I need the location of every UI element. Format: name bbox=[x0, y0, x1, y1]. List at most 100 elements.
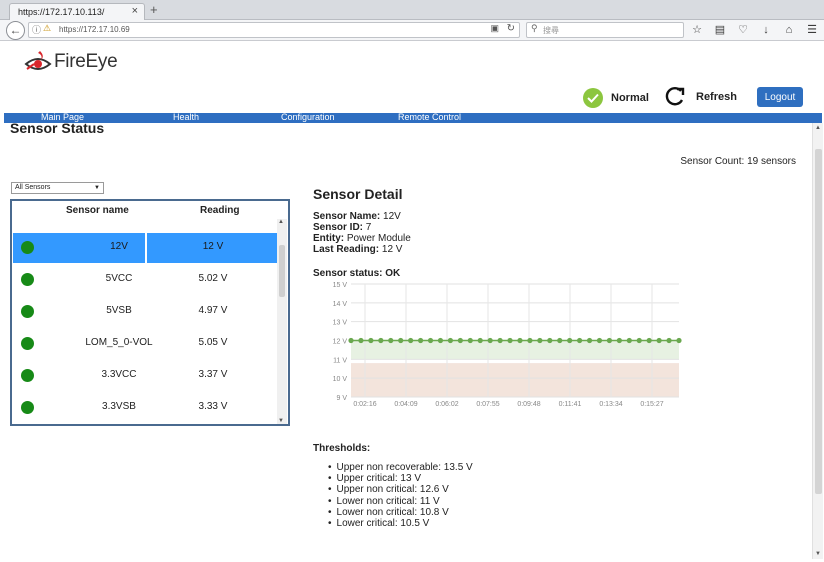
reader-view-icon[interactable]: ▣ bbox=[490, 23, 499, 34]
search-icon: ⚲ bbox=[531, 23, 538, 33]
x-tick-label: 0:09:48 bbox=[517, 401, 540, 408]
data-point bbox=[378, 337, 384, 344]
scroll-up-icon[interactable]: ▲ bbox=[278, 219, 284, 225]
address-bar[interactable]: ⓘ ⚠ https://172.17.10.69 ▣ ↻ bbox=[28, 22, 520, 38]
data-point bbox=[577, 337, 583, 344]
data-point bbox=[427, 337, 434, 344]
search-placeholder: 搜尋 bbox=[543, 26, 559, 35]
status-dot-icon bbox=[21, 401, 34, 414]
table-row[interactable]: 5VCC 5.02 V bbox=[13, 265, 277, 295]
threshold-item: Lower critical: 10.5 V bbox=[328, 518, 473, 529]
x-tick-label: 0:02:16 bbox=[353, 401, 376, 408]
browser-tab[interactable]: https://172.17.10.113/ × bbox=[9, 3, 145, 20]
nav-main-page[interactable]: Main Page bbox=[41, 112, 84, 122]
data-point bbox=[497, 337, 503, 344]
y-tick-label: 11 V bbox=[333, 357, 347, 364]
threshold-band bbox=[351, 340, 679, 360]
data-point bbox=[626, 337, 632, 344]
sensor-reading: 5.02 V bbox=[198, 273, 228, 284]
home-icon[interactable]: ⌂ bbox=[782, 22, 796, 38]
data-point bbox=[437, 337, 444, 344]
threshold-item: Upper critical: 13 V bbox=[328, 473, 473, 484]
data-point bbox=[537, 337, 543, 344]
scrollbar-thumb[interactable] bbox=[815, 149, 822, 494]
pocket-icon[interactable]: ♡ bbox=[736, 22, 750, 38]
table-row[interactable]: 3.3VSB 3.33 V bbox=[13, 393, 277, 423]
nav-remote-control[interactable]: Remote Control bbox=[398, 112, 461, 122]
data-point bbox=[646, 337, 652, 344]
sensor-filter-select[interactable]: All Sensors ▼ bbox=[11, 182, 104, 194]
nav-configuration[interactable]: Configuration bbox=[281, 112, 335, 122]
table-row[interactable]: LOM_5_0-VOL 5.05 V bbox=[13, 329, 277, 359]
sensor-reading: 5.05 V bbox=[198, 337, 228, 348]
sensor-reading: 4.97 V bbox=[198, 305, 228, 316]
close-icon[interactable]: × bbox=[132, 5, 138, 17]
column-header-reading: Reading bbox=[200, 205, 240, 216]
refresh-icon bbox=[665, 87, 685, 106]
menu-icon[interactable]: ☰ bbox=[805, 22, 819, 38]
logout-button[interactable]: Logout bbox=[757, 87, 803, 107]
scroll-up-icon[interactable]: ▲ bbox=[815, 125, 821, 131]
detail-last-value: 12 V bbox=[381, 244, 403, 255]
scroll-down-icon[interactable]: ▼ bbox=[278, 418, 284, 424]
table-row[interactable]: 3.3VCC 3.37 V bbox=[13, 361, 277, 391]
data-point bbox=[527, 337, 533, 344]
detail-entity-value: Power Module bbox=[346, 233, 411, 244]
detail-id-label: Sensor ID: bbox=[313, 222, 364, 233]
x-tick-label: 0:07:55 bbox=[476, 401, 499, 408]
sensor-table: Sensor name Reading 12V 12 V 5VCC 5.02 V… bbox=[10, 199, 290, 426]
cell-divider bbox=[145, 233, 147, 263]
tab-title: https://172.17.10.113/ bbox=[18, 7, 105, 17]
status-dot-icon bbox=[21, 273, 34, 286]
data-point bbox=[596, 337, 603, 344]
data-point bbox=[398, 337, 404, 344]
table-scrollbar[interactable]: ▲ ▼ bbox=[277, 219, 287, 424]
table-row[interactable]: 5VSB 4.97 V bbox=[13, 297, 277, 327]
scrollbar-thumb[interactable] bbox=[279, 245, 285, 297]
data-point bbox=[656, 337, 662, 344]
detail-name-value: 12V bbox=[383, 211, 401, 222]
x-tick-label: 0:15:27 bbox=[640, 401, 663, 408]
data-point bbox=[517, 337, 523, 344]
fireeye-logo-icon bbox=[24, 51, 52, 70]
bookmark-star-icon[interactable]: ☆ bbox=[690, 22, 704, 38]
threshold-item: Upper non critical: 12.6 V bbox=[328, 484, 473, 495]
page-scrollbar[interactable]: ▲ ▼ bbox=[812, 123, 823, 559]
sensor-reading: 3.33 V bbox=[198, 401, 228, 412]
data-point bbox=[477, 337, 483, 344]
search-bar[interactable]: ⚲ 搜尋 bbox=[526, 22, 684, 38]
info-icon[interactable]: ⓘ bbox=[32, 23, 41, 36]
reload-icon[interactable]: ↻ bbox=[507, 23, 515, 34]
y-tick-label: 9 V bbox=[336, 395, 347, 402]
data-point bbox=[676, 337, 682, 344]
sensor-detail-title: Sensor Detail bbox=[313, 186, 403, 202]
download-icon[interactable]: ↓ bbox=[759, 22, 773, 38]
fireeye-logo: FireEye bbox=[24, 48, 118, 76]
nav-health[interactable]: Health bbox=[173, 112, 199, 122]
detail-id-value: 7 bbox=[365, 222, 372, 233]
new-tab-icon[interactable]: + bbox=[150, 2, 158, 17]
column-header-sensor-name: Sensor name bbox=[66, 205, 129, 216]
scroll-down-icon[interactable]: ▼ bbox=[815, 551, 821, 557]
warning-lock-icon[interactable]: ⚠ bbox=[43, 23, 51, 34]
status-dot-icon bbox=[21, 337, 34, 350]
data-point bbox=[417, 337, 424, 344]
data-point bbox=[666, 337, 672, 344]
x-tick-label: 0:06:02 bbox=[435, 401, 458, 408]
data-point bbox=[467, 337, 473, 344]
status-label: Normal bbox=[611, 92, 649, 104]
y-tick-label: 12 V bbox=[333, 339, 348, 346]
data-point bbox=[408, 337, 414, 344]
back-arrow-icon[interactable]: ← bbox=[6, 21, 25, 40]
sensor-count-label: Sensor Count: bbox=[680, 156, 745, 167]
sensor-filter-value: All Sensors bbox=[15, 184, 51, 191]
refresh-button[interactable]: Refresh bbox=[664, 87, 737, 107]
status-dot-icon bbox=[21, 305, 34, 318]
sensor-detail-info: Sensor Name: 12V Sensor ID: 7 Entity: Po… bbox=[313, 211, 411, 255]
x-tick-label: 0:11:41 bbox=[559, 401, 582, 408]
table-row[interactable]: 12V 12 V bbox=[13, 233, 277, 263]
threshold-item: Lower non critical: 10.8 V bbox=[328, 507, 473, 518]
library-icon[interactable]: ▤ bbox=[713, 22, 727, 38]
data-point bbox=[358, 337, 364, 344]
data-point bbox=[507, 337, 513, 344]
